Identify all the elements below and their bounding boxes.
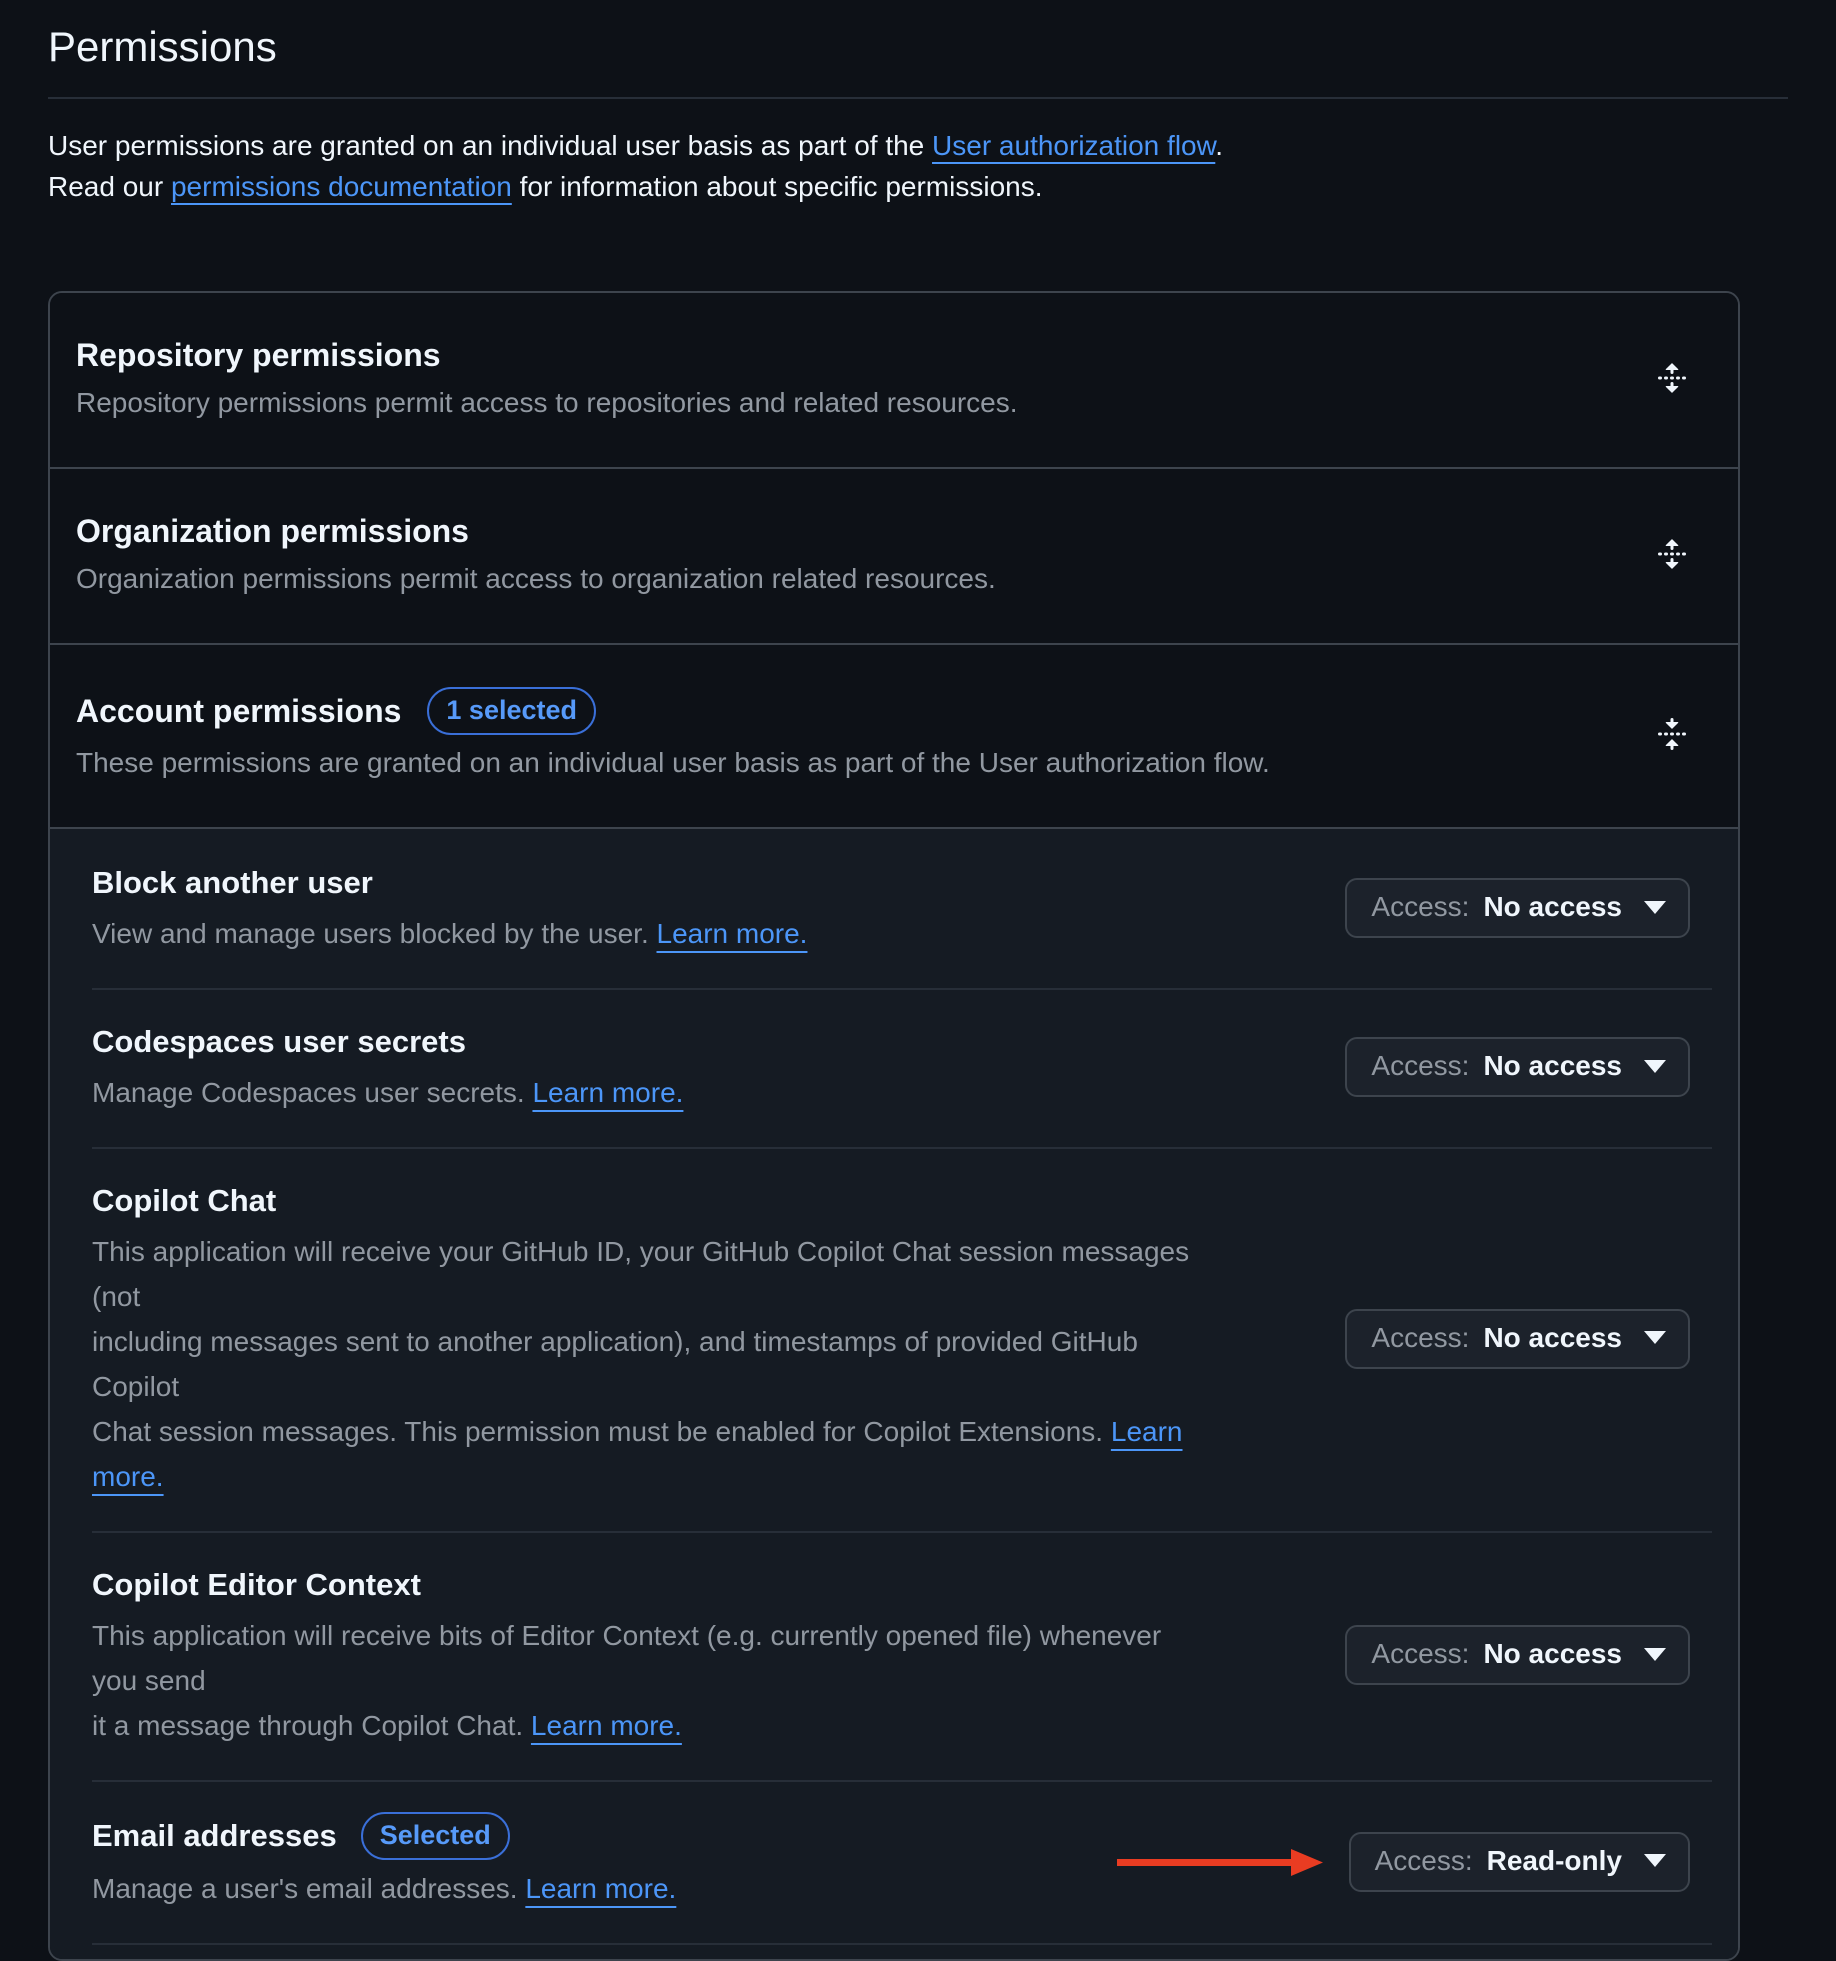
section-description: Repository permissions permit access to … — [76, 385, 1018, 421]
permission-name-line: Copilot Editor Context — [92, 1563, 1202, 1607]
permission-section: Repository permissions Repository permis… — [50, 293, 1738, 469]
learn-more-link[interactable]: Learn more. — [657, 918, 808, 949]
annotation-arrow-icon — [1117, 1846, 1323, 1878]
permission-row-main: Block another user View and manage users… — [92, 861, 1242, 956]
access-dropdown[interactable]: Access: No access — [1345, 1625, 1690, 1685]
access-value: No access — [1483, 1052, 1622, 1080]
permission-row-action: Access: No access — [1345, 1625, 1690, 1685]
access-value: No access — [1483, 1324, 1622, 1352]
learn-more-link[interactable]: Learn more. — [532, 1077, 683, 1108]
access-label: Access: — [1375, 1847, 1473, 1875]
permission-description: Manage Codespaces user secrets. Learn mo… — [92, 1070, 1202, 1115]
section-toggle-button[interactable] — [1648, 354, 1696, 402]
permission-name: Copilot Chat — [92, 1179, 276, 1223]
selected-badge: Selected — [361, 1812, 510, 1860]
unfold-icon — [1656, 538, 1688, 570]
dropdown-caret-icon — [1644, 1331, 1666, 1344]
permission-name-line: Email addresses Selected — [92, 1812, 1077, 1860]
partial-next-row — [50, 1943, 1738, 1959]
section-description: Organization permissions permit access t… — [76, 561, 996, 597]
access-label: Access: — [1371, 1052, 1469, 1080]
permissions-card: Repository permissions Repository permis… — [48, 291, 1740, 1961]
permissions-list: Block another user View and manage users… — [50, 829, 1738, 1943]
permission-row-action: Access: No access — [1345, 1309, 1690, 1369]
permission-section: Account permissions 1 selected These perm… — [50, 645, 1738, 829]
user-authorization-flow-link[interactable]: User authorization flow — [932, 130, 1215, 161]
permission-name-line: Copilot Chat — [92, 1179, 1202, 1223]
section-text: Organization permissions Organization pe… — [76, 511, 996, 597]
access-label: Access: — [1371, 1324, 1469, 1352]
dropdown-caret-icon — [1644, 1648, 1666, 1661]
permission-description-text: This application will receive your GitHu… — [92, 1236, 1189, 1447]
intro-line2-text: Read our — [48, 171, 171, 202]
section-title-text: Account permissions — [76, 691, 401, 731]
access-dropdown[interactable]: Access: No access — [1345, 878, 1690, 938]
permission-row-main: Copilot Editor Context This application … — [92, 1563, 1242, 1748]
access-label: Access: — [1371, 893, 1469, 921]
access-value: No access — [1483, 1640, 1622, 1668]
learn-more-link[interactable]: Learn more. — [525, 1873, 676, 1904]
permission-description: This application will receive your GitHu… — [92, 1229, 1202, 1499]
permission-name: Email addresses — [92, 1814, 337, 1858]
permission-name: Codespaces user secrets — [92, 1020, 466, 1064]
access-dropdown[interactable]: Access: No access — [1345, 1037, 1690, 1097]
section-text: Account permissions 1 selected These perm… — [76, 687, 1270, 781]
title-divider — [48, 97, 1788, 99]
unfold-icon — [1656, 362, 1688, 394]
access-value: No access — [1483, 893, 1622, 921]
permission-row: Email addresses Selected Manage a user's … — [50, 1780, 1738, 1943]
section-title: Repository permissions — [76, 335, 1018, 375]
section-toggle-button[interactable] — [1648, 530, 1696, 578]
access-dropdown[interactable]: Access: Read-only — [1349, 1832, 1690, 1892]
intro-line2-end: for information about specific permissio… — [512, 171, 1043, 202]
permission-row-main: Codespaces user secrets Manage Codespace… — [92, 1020, 1242, 1115]
permission-row: Codespaces user secrets Manage Codespace… — [50, 988, 1738, 1147]
learn-more-link[interactable]: Learn more. — [531, 1710, 682, 1741]
permission-name: Copilot Editor Context — [92, 1563, 421, 1607]
section-title: Account permissions 1 selected — [76, 687, 1270, 735]
permission-row-action: Access: No access — [1345, 878, 1690, 938]
access-label: Access: — [1371, 1640, 1469, 1668]
permission-description-text: View and manage users blocked by the use… — [92, 918, 657, 949]
page-title: Permissions — [48, 14, 1788, 75]
permission-name-line: Block another user — [92, 861, 1202, 905]
section-title-text: Repository permissions — [76, 335, 441, 375]
permission-row-main: Email addresses Selected Manage a user's … — [92, 1812, 1117, 1911]
permission-row-action: Access: Read-only — [1117, 1832, 1690, 1892]
permission-row: Copilot Chat This application will recei… — [50, 1147, 1738, 1531]
section-title-text: Organization permissions — [76, 511, 469, 551]
permission-row: Block another user View and manage users… — [50, 829, 1738, 988]
intro-paragraph: User permissions are granted on an indiv… — [48, 125, 1788, 207]
fold-icon — [1656, 718, 1688, 750]
permissions-page: Permissions User permissions are granted… — [0, 0, 1836, 1961]
permission-description: This application will receive bits of Ed… — [92, 1613, 1202, 1748]
intro-line1-text: User permissions are granted on an indiv… — [48, 130, 932, 161]
permission-description: View and manage users blocked by the use… — [92, 911, 1202, 956]
permission-description-text: Manage a user's email addresses. — [92, 1873, 525, 1904]
dropdown-caret-icon — [1644, 1060, 1666, 1073]
section-list: Repository permissions Repository permis… — [50, 293, 1738, 829]
permission-row-main: Copilot Chat This application will recei… — [92, 1179, 1242, 1499]
section-text: Repository permissions Repository permis… — [76, 335, 1018, 421]
permission-name-line: Codespaces user secrets — [92, 1020, 1202, 1064]
access-value: Read-only — [1487, 1847, 1622, 1875]
access-dropdown[interactable]: Access: No access — [1345, 1309, 1690, 1369]
permission-section: Organization permissions Organization pe… — [50, 469, 1738, 645]
permission-name: Block another user — [92, 861, 373, 905]
permissions-documentation-link[interactable]: permissions documentation — [171, 171, 512, 202]
section-toggle-button[interactable] — [1648, 710, 1696, 758]
dropdown-caret-icon — [1644, 901, 1666, 914]
dropdown-caret-icon — [1644, 1854, 1666, 1867]
section-title: Organization permissions — [76, 511, 996, 551]
section-description: These permissions are granted on an indi… — [76, 745, 1270, 781]
selected-count-badge: 1 selected — [427, 687, 596, 735]
permission-description: Manage a user's email addresses. Learn m… — [92, 1866, 1077, 1911]
permission-row-action: Access: No access — [1345, 1037, 1690, 1097]
intro-line1-end: . — [1215, 130, 1223, 161]
permission-description-text: Manage Codespaces user secrets. — [92, 1077, 532, 1108]
permission-row: Copilot Editor Context This application … — [50, 1531, 1738, 1780]
